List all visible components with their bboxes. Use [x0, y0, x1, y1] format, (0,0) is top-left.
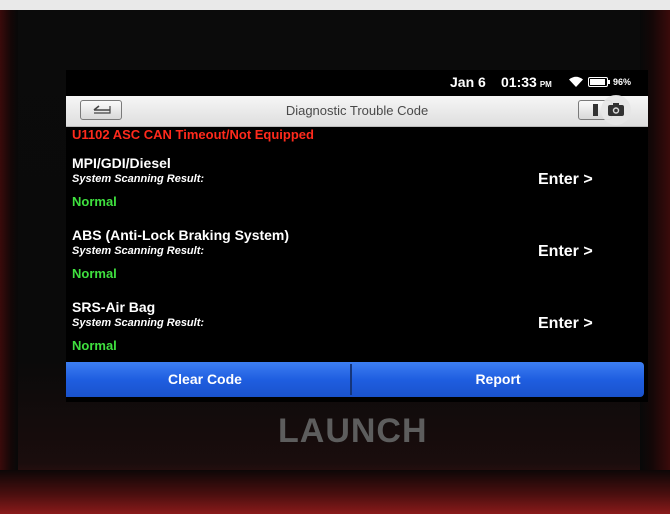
- brand-logo: LAUNCH: [278, 412, 428, 450]
- battery-icon: [588, 77, 608, 87]
- dtc-error-message: U1102 ASC CAN Timeout/Not Equipped: [72, 127, 314, 142]
- page-title: Diagnostic Trouble Code: [285, 103, 429, 118]
- system-item-srs-air-bag[interactable]: SRS-Air Bag System Scanning Result: Norm…: [66, 292, 648, 364]
- system-result-status: Normal: [72, 266, 117, 281]
- system-name: SRS-Air Bag: [72, 299, 156, 315]
- system-name: MPI/GDI/Diesel: [72, 155, 171, 171]
- clear-code-button[interactable]: Clear Code: [66, 362, 350, 397]
- system-result-label: System Scanning Result:: [72, 245, 205, 257]
- title-bar: Diagnostic Trouble Code: [66, 96, 648, 127]
- enter-button[interactable]: Enter >: [538, 171, 593, 189]
- system-result-status: Normal: [72, 338, 117, 353]
- device-frame: Jan 6 01:33 PM 96% Diagnostic Trouble Cod…: [0, 0, 670, 514]
- system-list: MPI/GDI/Diesel System Scanning Result: N…: [66, 148, 648, 364]
- frame-left: [0, 10, 18, 514]
- system-item-abs[interactable]: ABS (Anti-Lock Braking System) System Sc…: [66, 220, 648, 292]
- status-time-value: 01:33: [501, 74, 537, 90]
- status-bar: Jan 6 01:33 PM 96%: [66, 70, 648, 94]
- system-result-label: System Scanning Result:: [72, 317, 205, 329]
- battery-tip: [608, 80, 610, 84]
- enter-button[interactable]: Enter >: [538, 243, 593, 261]
- camera-icon: [608, 103, 624, 116]
- screenshot-button[interactable]: [601, 95, 631, 125]
- enter-button[interactable]: Enter >: [538, 315, 593, 333]
- top-bezel: [0, 0, 670, 10]
- system-result-status: Normal: [72, 194, 117, 209]
- toolbar-right-icon: [593, 104, 598, 116]
- wifi-icon: [569, 76, 583, 87]
- report-button[interactable]: Report: [352, 362, 644, 397]
- screen: Jan 6 01:33 PM 96% Diagnostic Trouble Cod…: [66, 70, 648, 402]
- bottom-button-bar: Clear Code Report: [66, 362, 644, 397]
- frame-bottom: [0, 470, 670, 514]
- system-name: ABS (Anti-Lock Braking System): [72, 227, 290, 243]
- battery-percent: 96%: [613, 77, 632, 87]
- status-time: 01:33 PM: [501, 74, 552, 90]
- status-ampm: PM: [539, 80, 552, 89]
- battery-fill: [590, 79, 606, 85]
- system-item-mpi-gdi-diesel[interactable]: MPI/GDI/Diesel System Scanning Result: N…: [66, 148, 648, 220]
- status-date: Jan 6: [450, 74, 486, 90]
- system-result-label: System Scanning Result:: [72, 173, 205, 185]
